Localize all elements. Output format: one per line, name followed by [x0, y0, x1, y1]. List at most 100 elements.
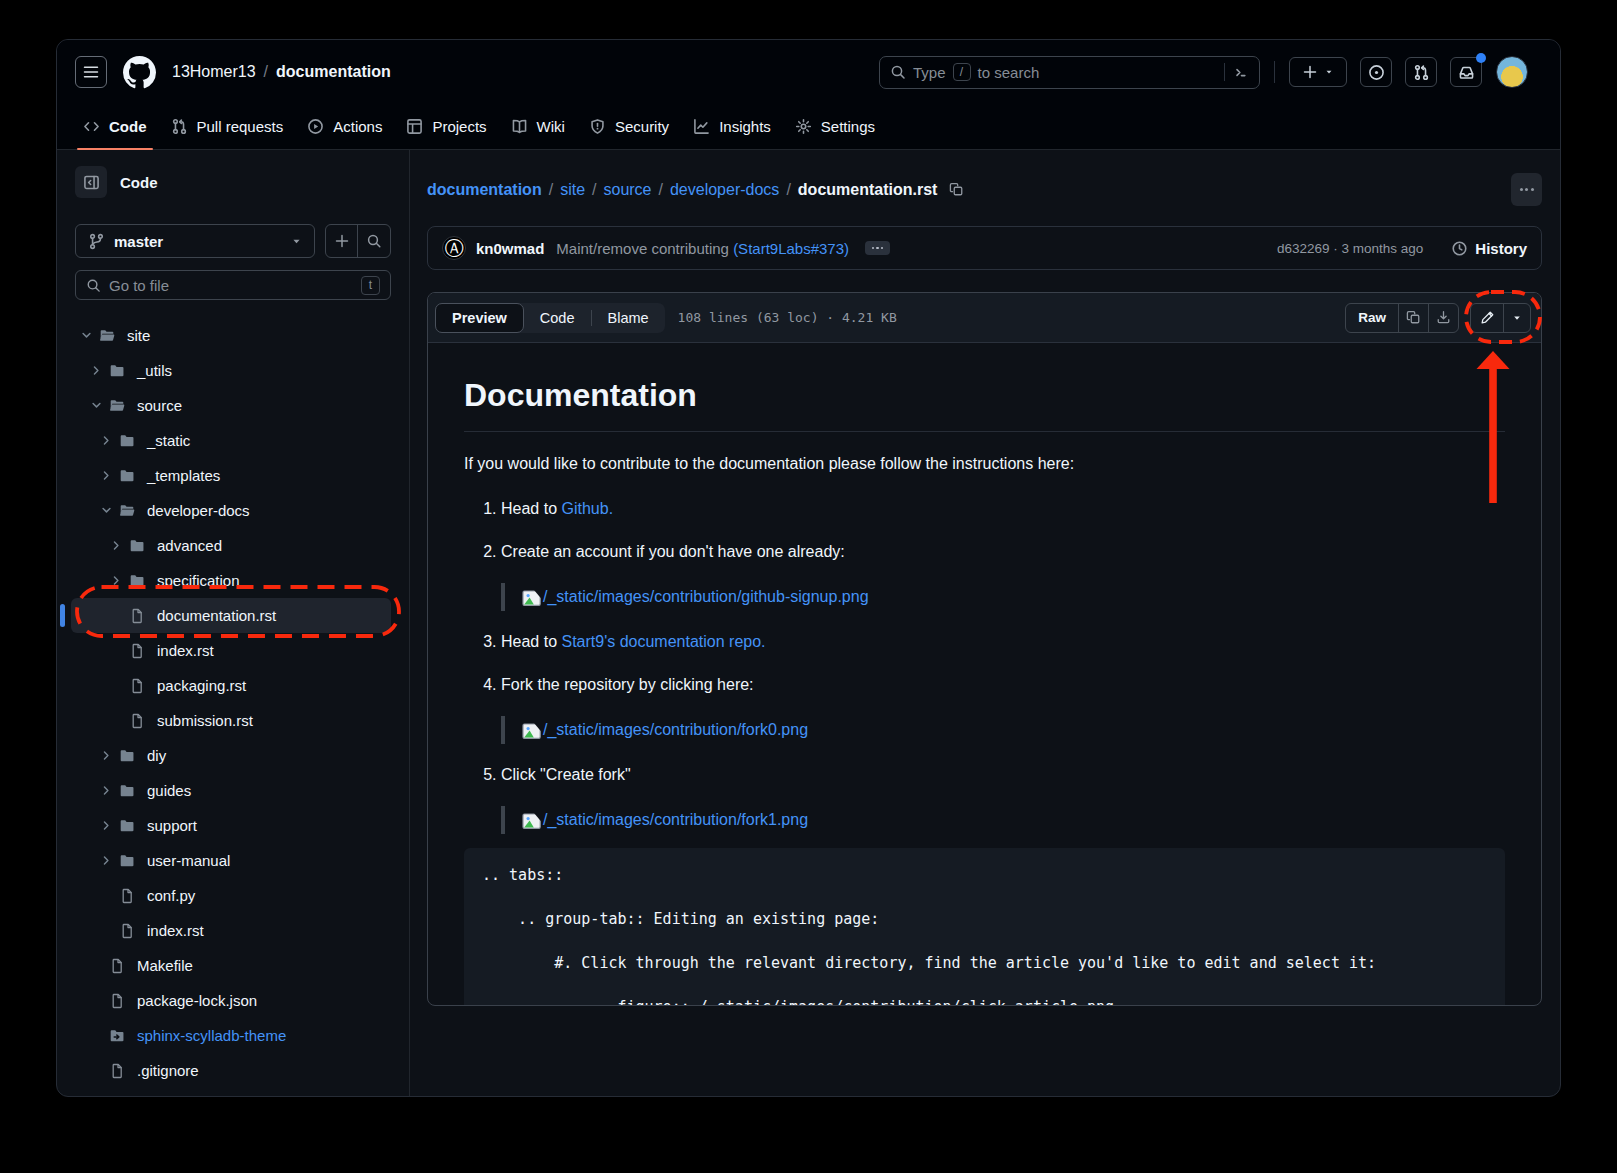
search-placeholder: Type — [913, 64, 946, 81]
rendered-markdown: Documentation If you would like to contr… — [428, 343, 1541, 1006]
broken-image-icon — [522, 813, 542, 830]
sidebar-collapse-icon — [83, 174, 100, 191]
tab-blame[interactable]: Blame — [592, 303, 665, 333]
tree-item[interactable]: sphinx-scylladb-theme — [71, 1018, 391, 1053]
file-icon — [109, 958, 125, 974]
commit-author-avatar[interactable]: Ⓐ — [442, 236, 466, 260]
file-options-kebab-button[interactable] — [1511, 173, 1542, 206]
chevron-down-icon — [291, 236, 302, 247]
tab-preview[interactable]: Preview — [435, 303, 524, 333]
broken-image-link[interactable]: /_static/images/contribution/fork0.png — [522, 718, 808, 742]
tab-actions[interactable]: Actions — [297, 104, 392, 149]
commit-pr-link[interactable]: (Start9Labs#373) — [733, 240, 849, 257]
tree-item[interactable]: conf.py — [71, 878, 391, 913]
tab-insights[interactable]: Insights — [683, 104, 781, 149]
folder-icon — [109, 363, 125, 379]
copy-path-icon[interactable] — [949, 182, 964, 197]
breadcrumb-owner-link[interactable]: 13Homer13 — [172, 63, 256, 81]
tab-pull-requests[interactable]: Pull requests — [161, 104, 294, 149]
play-icon — [307, 118, 324, 135]
tree-item[interactable]: user-manual — [71, 843, 391, 878]
tree-item[interactable]: guides — [71, 773, 391, 808]
tree-item-label: source — [137, 397, 182, 414]
tab-projects[interactable]: Projects — [396, 104, 496, 149]
search-tree-button[interactable] — [358, 225, 390, 257]
search-icon — [890, 64, 906, 80]
tree-item-label: Makefile — [137, 957, 193, 974]
broken-image-link[interactable]: /_static/images/contribution/fork1.png — [522, 808, 808, 832]
download-button[interactable] — [1428, 304, 1458, 332]
tree-item-label: user-manual — [147, 852, 230, 869]
start9-repo-link[interactable]: Start9's documentation repo. — [561, 633, 765, 650]
tab-code-view[interactable]: Code — [524, 303, 591, 333]
file-icon — [109, 993, 125, 1009]
breadcrumb-repo-link[interactable]: documentation — [276, 63, 391, 81]
tree-item[interactable]: source — [71, 388, 391, 423]
tree-item[interactable]: index.rst — [71, 633, 391, 668]
global-search-input[interactable]: Type / to search — [879, 56, 1260, 89]
tree-item[interactable]: .gitignore — [71, 1053, 391, 1088]
file-tree: site _utils — [71, 318, 391, 1088]
branch-selector[interactable]: master — [75, 224, 315, 258]
collapse-sidebar-button[interactable] — [75, 166, 107, 198]
create-new-button[interactable] — [1289, 57, 1347, 87]
tree-item[interactable]: specification — [71, 563, 391, 598]
user-avatar[interactable] — [1496, 56, 1528, 88]
tree-item[interactable]: support — [71, 808, 391, 843]
tree-item-label: _static — [147, 432, 190, 449]
doc-title: Documentation — [464, 375, 1505, 432]
tree-item[interactable]: _static — [71, 423, 391, 458]
tab-code[interactable]: Code — [73, 104, 157, 149]
breadcrumb-repo-root-link[interactable]: documentation — [427, 181, 542, 199]
new-file-button[interactable] — [326, 225, 358, 257]
tree-item-label: support — [147, 817, 197, 834]
tree-item[interactable]: diy — [71, 738, 391, 773]
file-icon — [129, 678, 145, 694]
tree-item[interactable]: index.rst — [71, 913, 391, 948]
tree-item[interactable]: developer-docs — [71, 493, 391, 528]
tree-item[interactable]: submission.rst — [71, 703, 391, 738]
commit-sha-age[interactable]: d632269 · 3 months ago — [1277, 241, 1423, 256]
tree-item-label: documentation.rst — [157, 607, 276, 624]
pull-requests-button[interactable] — [1405, 57, 1437, 87]
tree-item[interactable]: site — [71, 318, 391, 353]
tree-chevron-icon — [99, 434, 113, 447]
tree-item-label: submission.rst — [157, 712, 253, 729]
breadcrumb-dir-link[interactable]: site — [560, 181, 585, 199]
go-to-file-input[interactable]: Go to file t — [75, 270, 391, 300]
edit-file-button[interactable] — [1471, 304, 1503, 332]
folder-open-icon — [119, 503, 135, 519]
broken-image-link[interactable]: /_static/images/contribution/github-sign… — [522, 585, 869, 609]
commit-author[interactable]: kn0wmad — [476, 240, 544, 257]
copy-file-button[interactable] — [1398, 304, 1428, 332]
chevron-down-icon — [1324, 67, 1334, 77]
raw-copy-download-group: Raw — [1345, 303, 1459, 333]
pencil-icon — [1480, 310, 1495, 325]
breadcrumb-dir-link[interactable]: source — [603, 181, 651, 199]
tree-item-label: advanced — [157, 537, 222, 554]
hamburger-menu-button[interactable] — [75, 56, 107, 88]
tree-item[interactable]: packaging.rst — [71, 668, 391, 703]
edit-dropdown-button[interactable] — [1503, 304, 1530, 332]
tree-item[interactable]: package-lock.json — [71, 983, 391, 1018]
tree-item[interactable]: _templates — [71, 458, 391, 493]
tree-item[interactable]: documentation.rst — [71, 598, 391, 633]
tab-wiki[interactable]: Wiki — [501, 104, 575, 149]
tab-settings[interactable]: Settings — [785, 104, 885, 149]
search-icon — [86, 278, 101, 293]
tree-item-label: diy — [147, 747, 166, 764]
raw-button[interactable]: Raw — [1346, 304, 1398, 332]
github-link[interactable]: Github. — [561, 500, 613, 517]
history-button[interactable]: History — [1451, 240, 1527, 257]
issues-button[interactable] — [1360, 57, 1392, 87]
github-logo-icon[interactable] — [123, 56, 156, 89]
tree-item[interactable]: _utils — [71, 353, 391, 388]
tree-item[interactable]: advanced — [71, 528, 391, 563]
breadcrumb-dir-link[interactable]: developer-docs — [670, 181, 779, 199]
tab-security[interactable]: Security — [579, 104, 679, 149]
tree-item-label: index.rst — [157, 642, 214, 659]
github-window: 13Homer13 / documentation Type / to sear… — [56, 39, 1561, 1097]
git-pull-request-icon — [1413, 64, 1430, 81]
tree-item[interactable]: Makefile — [71, 948, 391, 983]
commit-message-ellipsis-button[interactable] — [865, 241, 890, 255]
